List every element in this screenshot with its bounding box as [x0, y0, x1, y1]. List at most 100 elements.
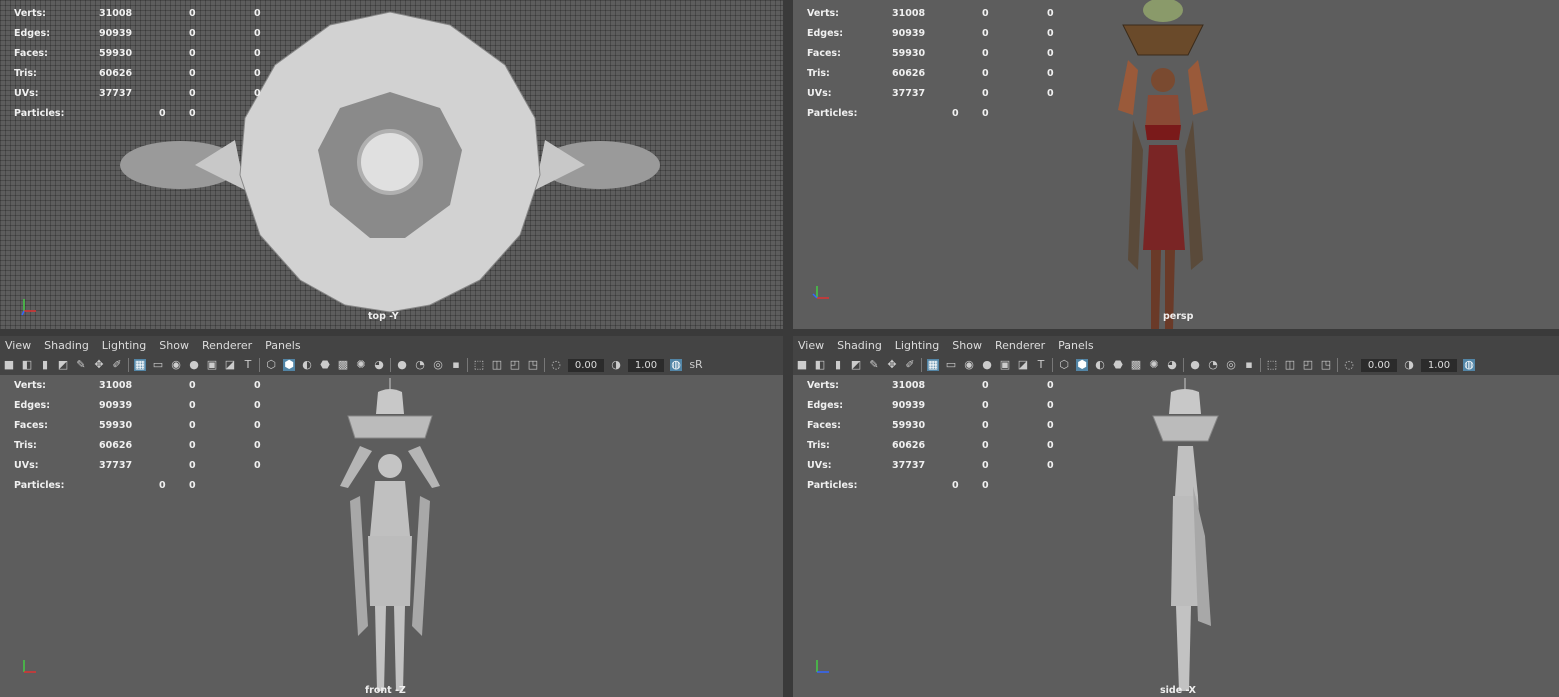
isolate-select-icon[interactable]: ⬚	[473, 359, 485, 371]
xray-icon[interactable]: ◫	[1284, 359, 1296, 371]
move-icon[interactable]: ✥	[886, 359, 898, 371]
textured-icon[interactable]: ▩	[337, 359, 349, 371]
wireframe-on-shaded-icon[interactable]: ⬣	[1112, 359, 1124, 371]
motion-blur-icon[interactable]: ◔	[1207, 359, 1219, 371]
menu-lighting[interactable]: Lighting	[102, 336, 146, 355]
safe-title-icon[interactable]: T	[242, 359, 254, 371]
shadows-icon[interactable]: ◕	[1166, 359, 1178, 371]
panel-menu-bar: View Shading Lighting Show Renderer Panels	[793, 336, 1559, 355]
separator	[390, 358, 391, 372]
viewport-persp[interactable]: Verts: 31008 0 0 Edges: 90939 0 0 Faces: 59930 0…	[793, 0, 1559, 329]
gamma-field[interactable]: 1.00	[1421, 358, 1457, 372]
depth-of-field-icon[interactable]: ▪	[1243, 359, 1255, 371]
menu-show[interactable]: Show	[952, 336, 982, 355]
separator	[1260, 358, 1261, 372]
exposure-icon[interactable]: ◌	[1343, 359, 1355, 371]
anti-aliasing-icon[interactable]: ◎	[1225, 359, 1237, 371]
menu-view[interactable]: View	[798, 336, 824, 355]
field-chart-icon[interactable]: ▣	[206, 359, 218, 371]
color-management-icon[interactable]: ◍	[670, 359, 682, 371]
grid-icon[interactable]: ▦	[134, 359, 146, 371]
move-icon[interactable]: ✥	[93, 359, 105, 371]
stats-hud: Verts: 31008 0 0 Edges: 90939 0 0 Faces: 59930 0…	[14, 8, 261, 119]
image-plane-icon[interactable]: ◩	[57, 359, 69, 371]
exposure-field[interactable]: 0.00	[568, 358, 604, 372]
ambient-occlusion-icon[interactable]: ●	[396, 359, 408, 371]
camera-attributes-icon[interactable]: ◧	[21, 359, 33, 371]
exposure-field[interactable]: 0.00	[1361, 358, 1397, 372]
resolution-gate-icon[interactable]: ◉	[963, 359, 975, 371]
separator	[1337, 358, 1338, 372]
gate-mask-icon[interactable]: ●	[981, 359, 993, 371]
camera-icon[interactable]: ■	[3, 359, 15, 371]
viewport-top[interactable]: Verts: 31008 0 0 Edges: 90939 0 0 Faces: 59930 0…	[0, 0, 783, 329]
exposure-icon[interactable]: ◌	[550, 359, 562, 371]
brush-icon[interactable]: ✐	[111, 359, 123, 371]
camera-icon[interactable]: ■	[796, 359, 808, 371]
lights-icon[interactable]: ✺	[1148, 359, 1160, 371]
menu-shading[interactable]: Shading	[837, 336, 882, 355]
menu-view[interactable]: View	[5, 336, 31, 355]
grid-icon[interactable]: ▦	[927, 359, 939, 371]
motion-blur-icon[interactable]: ◔	[414, 359, 426, 371]
film-gate-icon[interactable]: ▭	[945, 359, 957, 371]
default-material-icon[interactable]: ◐	[1094, 359, 1106, 371]
brush-icon[interactable]: ✐	[904, 359, 916, 371]
separator	[544, 358, 545, 372]
xray-joints-icon[interactable]: ◰	[509, 359, 521, 371]
textured-icon[interactable]: ▩	[1130, 359, 1142, 371]
depth-of-field-icon[interactable]: ▪	[450, 359, 462, 371]
wireframe-icon[interactable]: ⬡	[1058, 359, 1070, 371]
menu-lighting[interactable]: Lighting	[895, 336, 939, 355]
grease-pencil-icon[interactable]: ✎	[868, 359, 880, 371]
viewport-camera-label: persp	[1163, 311, 1194, 322]
safe-action-icon[interactable]: ◪	[1017, 359, 1029, 371]
gamma-icon[interactable]: ◑	[610, 359, 622, 371]
panel-splitter-horizontal[interactable]	[0, 329, 1559, 336]
menu-shading[interactable]: Shading	[44, 336, 89, 355]
resolution-gate-icon[interactable]: ◉	[170, 359, 182, 371]
viewport-front[interactable]: View Shading Lighting Show Renderer Panels ■ …	[0, 336, 783, 697]
color-management-icon[interactable]: ◍	[1463, 359, 1475, 371]
menu-panels[interactable]: Panels	[1058, 336, 1093, 355]
wireframe-on-shaded-icon[interactable]: ⬣	[319, 359, 331, 371]
film-gate-icon[interactable]: ▭	[152, 359, 164, 371]
camera-attributes-icon[interactable]: ◧	[814, 359, 826, 371]
smooth-shade-icon[interactable]: ⬢	[1076, 359, 1088, 371]
smooth-shade-icon[interactable]: ⬢	[283, 359, 295, 371]
gamma-icon[interactable]: ◑	[1403, 359, 1415, 371]
colorspace-label[interactable]: sR	[688, 359, 704, 371]
xray-components-icon[interactable]: ◳	[527, 359, 539, 371]
separator	[128, 358, 129, 372]
safe-title-icon[interactable]: T	[1035, 359, 1047, 371]
default-material-icon[interactable]: ◐	[301, 359, 313, 371]
axis-gizmo-icon	[816, 660, 829, 673]
safe-action-icon[interactable]: ◪	[224, 359, 236, 371]
gate-mask-icon[interactable]: ●	[188, 359, 200, 371]
menu-panels[interactable]: Panels	[265, 336, 300, 355]
anti-aliasing-icon[interactable]: ◎	[432, 359, 444, 371]
shadows-icon[interactable]: ◕	[373, 359, 385, 371]
xray-icon[interactable]: ◫	[491, 359, 503, 371]
viewport-side[interactable]: View Shading Lighting Show Renderer Panels ■ …	[793, 336, 1559, 697]
gamma-field[interactable]: 1.00	[628, 358, 664, 372]
panel-splitter-vertical[interactable]	[783, 0, 793, 697]
xray-joints-icon[interactable]: ◰	[1302, 359, 1314, 371]
viewport-camera-label: front -Z	[365, 685, 406, 696]
xray-components-icon[interactable]: ◳	[1320, 359, 1332, 371]
image-plane-icon[interactable]: ◩	[850, 359, 862, 371]
wireframe-icon[interactable]: ⬡	[265, 359, 277, 371]
menu-show[interactable]: Show	[159, 336, 189, 355]
menu-renderer[interactable]: Renderer	[202, 336, 252, 355]
grease-pencil-icon[interactable]: ✎	[75, 359, 87, 371]
bookmark-icon[interactable]: ▮	[832, 359, 844, 371]
isolate-select-icon[interactable]: ⬚	[1266, 359, 1278, 371]
ambient-occlusion-icon[interactable]: ●	[1189, 359, 1201, 371]
menu-renderer[interactable]: Renderer	[995, 336, 1045, 355]
lights-icon[interactable]: ✺	[355, 359, 367, 371]
axis-gizmo-icon	[812, 286, 829, 299]
bookmark-icon[interactable]: ▮	[39, 359, 51, 371]
field-chart-icon[interactable]: ▣	[999, 359, 1011, 371]
separator	[259, 358, 260, 372]
separator	[467, 358, 468, 372]
